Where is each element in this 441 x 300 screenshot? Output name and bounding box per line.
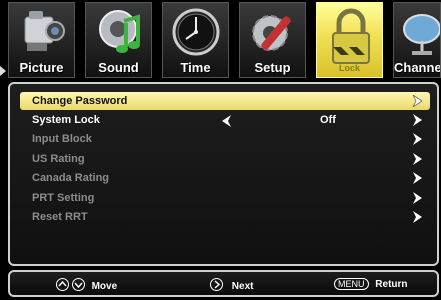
tv-osd-screen: Picture Sound Time Setup Lock Channel Ch… [0,0,441,300]
tab-label: Channel [394,60,441,75]
tab-setup[interactable]: Setup [239,2,306,78]
menu-item-label: Canada Rating [32,172,110,184]
tab-label: Time [180,60,211,75]
menu-item-label: Reset RRT [32,211,88,223]
menu-tab-bar: Picture Sound Time Setup Lock Channel [8,2,441,80]
system-lock-value: Off [320,114,336,126]
chevron-right-icon [413,211,422,223]
hint-return: MENU Return [334,278,408,290]
down-button-icon [71,278,85,291]
menu-item-prt-setting[interactable]: PRT Setting [20,189,430,207]
right-button-icon [210,278,223,291]
tab-sound[interactable]: Sound [85,2,152,78]
lock-menu-panel: Change Password System Lock Off Input Bl… [8,82,439,266]
menu-item-input-block[interactable]: Input Block [20,130,430,148]
chevron-right-icon [412,95,422,107]
chevron-right-icon [413,192,422,204]
menu-item-label: System Lock [32,114,100,126]
chevron-right-icon [413,172,422,184]
chevron-left-icon[interactable] [222,115,232,127]
camcorder-icon [24,11,65,51]
gear-wrench-icon [252,15,291,51]
hint-next: Next [210,278,253,292]
tab-label: Sound [98,60,139,75]
padlock-icon [332,8,370,64]
clock-icon [172,8,220,56]
menu-item-change-password[interactable]: Change Password [20,92,430,110]
tab-label: Lock [338,63,360,73]
menu-item-us-rating[interactable]: US Rating [20,150,430,168]
tab-pointer-icon [0,66,6,76]
chevron-right-icon [413,153,422,165]
menu-item-reset-rrt[interactable]: Reset RRT [20,208,430,226]
menu-item-label: US Rating [32,153,85,165]
hint-return-label: Return [375,279,408,290]
menu-item-label: Input Block [32,133,92,145]
menu-item-label: PRT Setting [32,192,95,204]
menu-item-label: Change Password [32,95,128,107]
menu-key-icon: MENU [334,278,369,290]
tab-label: Picture [19,60,64,75]
tab-label: Setup [254,60,291,75]
tab-time[interactable]: Time [162,2,229,78]
tab-lock[interactable]: Lock [316,2,383,78]
key-hint-bar: Move Next MENU Return [8,270,439,297]
satellite-dish-icon [403,14,440,55]
menu-item-system-lock[interactable]: System Lock Off [20,111,430,129]
chevron-right-icon [413,133,422,145]
menu-item-canada-rating[interactable]: Canada Rating [20,169,430,187]
tab-picture[interactable]: Picture [8,2,75,78]
music-note-icon [99,10,140,53]
chevron-right-icon[interactable] [412,114,422,126]
tab-channel[interactable]: Channel [393,2,441,78]
hint-move: Move [56,278,117,292]
up-button-icon [56,278,69,291]
hint-move-label: Move [91,281,118,292]
hint-next-label: Next [231,281,254,292]
